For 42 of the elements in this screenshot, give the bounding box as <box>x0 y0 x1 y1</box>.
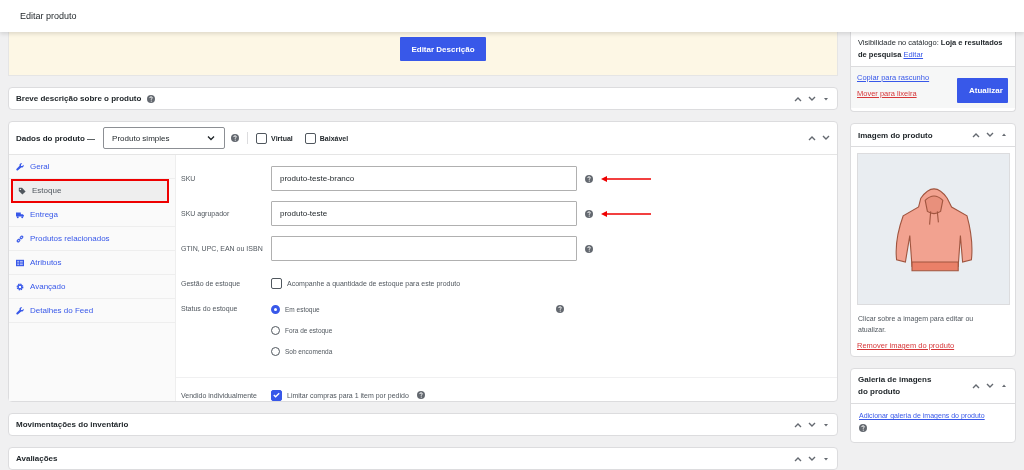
help-icon[interactable] <box>585 209 593 218</box>
panel-title: Movimentações do inventário <box>16 420 129 429</box>
update-button[interactable]: Atualizar <box>957 78 1008 103</box>
help-icon[interactable] <box>585 174 593 183</box>
checkbox[interactable] <box>271 278 282 289</box>
panel-title: Imagem do produto <box>858 130 933 140</box>
sidebar-tab[interactable]: Atributos <box>9 251 175 275</box>
sidebar-tab[interactable]: Avançado <box>9 275 175 299</box>
wrench-icon <box>16 306 24 315</box>
help-icon[interactable] <box>859 424 867 433</box>
sidebar-tab[interactable]: Estoque <box>11 179 169 203</box>
checkmark-icon <box>272 390 281 400</box>
edit-description-button[interactable]: Editar Descrição <box>400 37 486 61</box>
sidebar-tab[interactable]: Produtos relacionados <box>9 227 175 251</box>
gear-icon <box>16 282 24 291</box>
link-icon <box>16 234 24 243</box>
help-icon[interactable] <box>556 305 564 313</box>
list-icon <box>16 258 24 267</box>
chevron-down-icon <box>206 133 217 143</box>
text-field[interactable]: produto-teste <box>271 201 577 226</box>
checkbox[interactable] <box>304 132 316 144</box>
help-icon[interactable] <box>416 391 425 399</box>
product-image[interactable] <box>857 153 1010 305</box>
text-field[interactable]: produto-teste-branco <box>271 166 577 191</box>
panel-title: Breve descrição sobre o produto <box>16 94 142 103</box>
help-icon[interactable] <box>147 94 156 103</box>
page-title: Editar produto <box>20 11 77 21</box>
panel-title: Galeria de imagens do produto <box>858 374 933 398</box>
panel-title: Dados do produto — <box>16 133 96 143</box>
truck-icon <box>16 210 24 219</box>
panel-title: Avaliações <box>16 454 58 463</box>
checkbox[interactable] <box>271 389 282 401</box>
product-type-select[interactable]: Produto simples <box>103 127 226 149</box>
wrench-icon <box>16 162 24 171</box>
tag-icon <box>18 186 26 195</box>
help-icon[interactable] <box>231 134 240 142</box>
sidebar-tab[interactable]: Detalhes do Feed <box>9 299 175 323</box>
text-field[interactable] <box>271 236 577 261</box>
radio-button[interactable] <box>271 305 280 314</box>
help-icon[interactable] <box>585 244 593 253</box>
sidebar-tab[interactable]: Entrega <box>9 203 175 227</box>
checkbox[interactable] <box>256 132 268 144</box>
